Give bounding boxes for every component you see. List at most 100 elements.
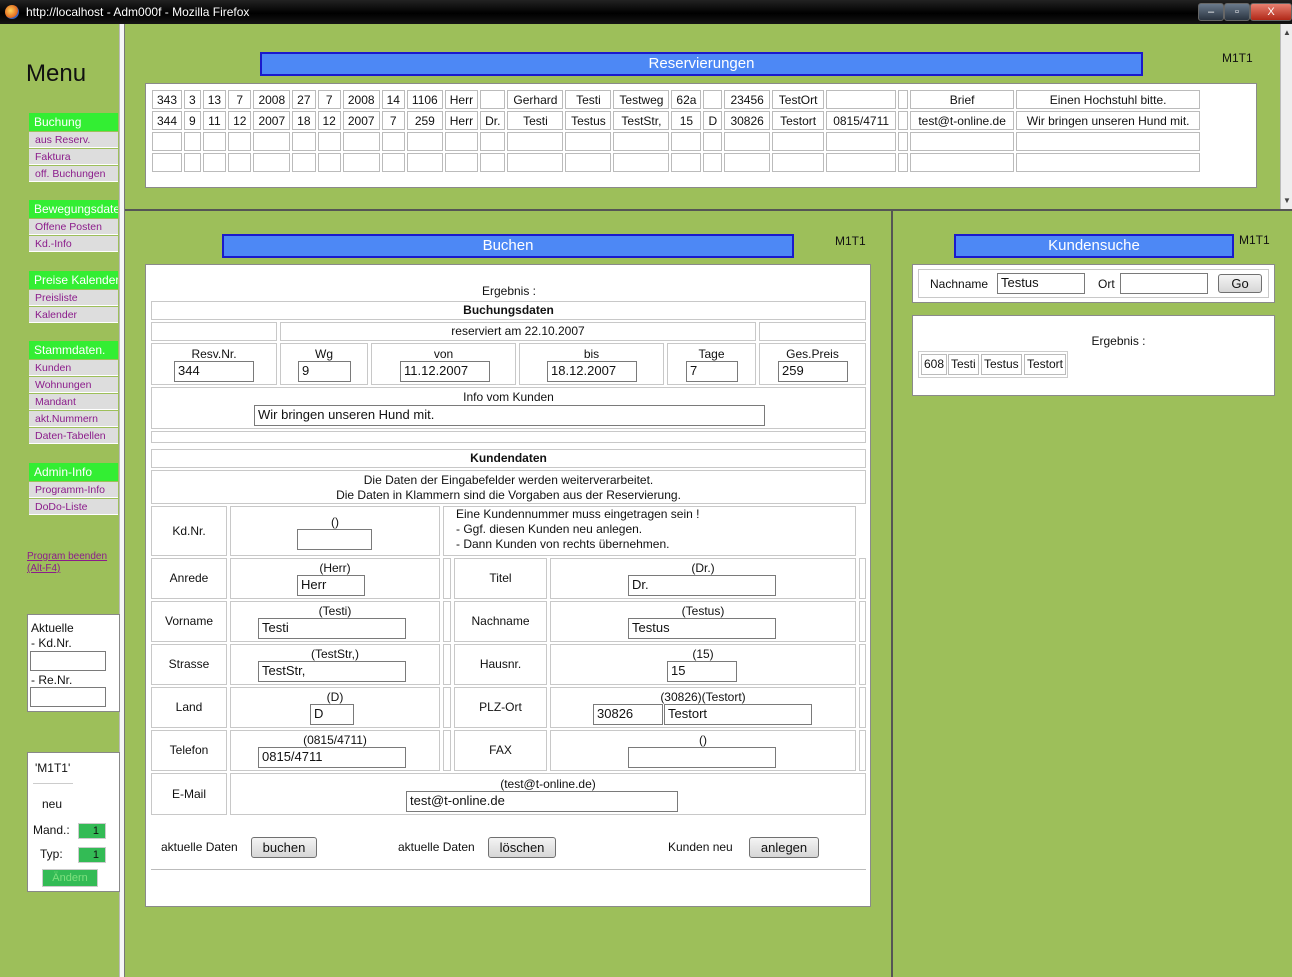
reservation-cell: Gerhard	[507, 90, 564, 109]
nachname-cell: (Testus) Testus	[550, 601, 856, 642]
aktuelle-kdnr-input[interactable]	[30, 651, 106, 671]
titel-hint: (Dr.)	[691, 561, 715, 575]
info-cell: Info vom Kunden Wir bringen unseren Hund…	[151, 387, 866, 429]
reservation-cell: 12	[228, 111, 252, 130]
nachname-input[interactable]: Testus	[628, 618, 776, 639]
menu-item-kalender[interactable]: Kalender	[29, 307, 118, 323]
menu-item-kunden[interactable]: Kunden	[29, 360, 118, 376]
reservation-cell	[507, 132, 564, 151]
titel-label: Titel	[454, 558, 547, 599]
reservation-cell	[826, 132, 897, 151]
reservation-cell: 7	[317, 90, 341, 109]
menu-head-stammdaten[interactable]: Stammdaten.	[29, 341, 118, 359]
menu-item-programm-info[interactable]: Programm-Info	[29, 482, 118, 498]
nachname-search-input[interactable]: Testus	[997, 273, 1085, 294]
titel-input[interactable]: Dr.	[628, 575, 776, 596]
land-input[interactable]: D	[310, 704, 354, 725]
email-cell: (test@t-online.de) test@t-online.de	[230, 773, 866, 815]
fax-hint: ()	[699, 733, 707, 747]
buchen-button[interactable]: buchen	[251, 837, 317, 858]
aktuelle-renr-input[interactable]	[30, 687, 106, 707]
plz-input[interactable]: 30826	[593, 704, 663, 725]
menu-item-wohnungen[interactable]: Wohnungen	[29, 377, 118, 393]
buchen-ergebnis: Ergebnis :	[481, 284, 537, 298]
aendern-button[interactable]: Ändern	[42, 869, 98, 887]
reservation-cell	[406, 153, 443, 172]
anrede-input[interactable]: Herr	[297, 575, 365, 596]
reservation-row[interactable]	[152, 132, 1201, 151]
menu-head-buchung[interactable]: Buchung	[29, 113, 118, 131]
reservation-cell	[703, 90, 723, 109]
reservation-row[interactable]	[152, 153, 1201, 172]
strasse-cell: (TestStr,) TestStr,	[230, 644, 440, 685]
menu-head-bewegungsdaten[interactable]: Bewegungsdaten	[29, 200, 118, 218]
menu-item-aus-reserv[interactable]: aus Reserv.	[29, 132, 118, 148]
maximize-button[interactable]: ▫	[1224, 3, 1250, 21]
menu-head-preise-kalender[interactable]: Preise Kalender	[29, 271, 118, 289]
scroll-up-icon[interactable]: ▲	[1283, 28, 1291, 37]
plz-cell: (30826)(Testort) 30826 Testort	[550, 687, 856, 728]
menu-item-akt-nummern[interactable]: akt.Nummern	[29, 411, 118, 427]
menu-item-daten-tabellen[interactable]: Daten-Tabellen	[29, 428, 118, 444]
minimize-button[interactable]: –	[1198, 3, 1224, 21]
info-input[interactable]: Wir bringen unseren Hund mit.	[254, 405, 765, 426]
menu-item-mandant[interactable]: Mandant	[29, 394, 118, 410]
telefon-input[interactable]: 0815/4711	[258, 747, 406, 768]
vorname-input[interactable]: Testi	[258, 618, 406, 639]
kdnr-input[interactable]	[297, 529, 372, 550]
anrede-hint: (Herr)	[319, 561, 351, 575]
close-button[interactable]: X	[1250, 3, 1292, 21]
reservation-cell: 30826	[724, 111, 771, 130]
menu-item-faktura[interactable]: Faktura	[29, 149, 118, 165]
frame-divider-vertical	[891, 211, 893, 977]
email-input[interactable]: test@t-online.de	[406, 791, 678, 812]
kundensuche-code: M1T1	[1239, 233, 1270, 247]
quit-link[interactable]: Program beenden (Alt-F4)	[27, 551, 115, 575]
hausnr-input[interactable]: 15	[667, 661, 737, 682]
nachname-label: Nachname	[454, 601, 547, 642]
result-nachname: Testus	[981, 354, 1022, 375]
reservation-cell	[444, 132, 479, 151]
go-button[interactable]: Go	[1218, 274, 1262, 293]
reservation-cell: Testi	[507, 111, 564, 130]
tage-label: Tage	[698, 347, 725, 361]
kdnr-msg-3: - Dann Kunden von rechts übernehmen.	[456, 537, 670, 551]
menu-item-preisliste[interactable]: Preisliste	[29, 290, 118, 306]
resv-input[interactable]: 344	[174, 361, 254, 382]
mand-value: 1	[78, 823, 106, 839]
loeschen-button[interactable]: löschen	[488, 837, 556, 858]
menu-head-admin-info[interactable]: Admin-Info	[29, 463, 118, 481]
reservation-cell: 259	[406, 111, 443, 130]
fax-input[interactable]	[628, 747, 776, 768]
menu-item-dodo-liste[interactable]: DoDo-Liste	[29, 499, 118, 515]
menu-item-offene-posten[interactable]: Offene Posten	[29, 219, 118, 235]
reservation-row[interactable]: 344 9 11 12 2007 18 12 2007 7 259 Herr Dr. Testi Test…	[152, 111, 1201, 130]
menu-item-off-buchungen[interactable]: off. Buchungen	[29, 166, 118, 182]
window-titlebar: http://localhost - Adm000f - Mozilla Fir…	[0, 0, 1292, 24]
reservation-cell: 2008	[342, 90, 380, 109]
reservation-cell	[613, 132, 670, 151]
kundensuche-title: Kundensuche	[954, 234, 1234, 258]
ort-input[interactable]: Testort	[664, 704, 812, 725]
reservation-cell	[565, 132, 612, 151]
reservation-cell: Herr	[444, 111, 479, 130]
buchungsdaten-header: Buchungsdaten	[151, 301, 866, 320]
tage-input[interactable]: 7	[686, 361, 738, 382]
anlegen-button[interactable]: anlegen	[749, 837, 819, 858]
menu-item-kd-info[interactable]: Kd.-Info	[29, 236, 118, 252]
note-line-2: Die Daten in Klammern sind die Vorgaben …	[336, 488, 681, 502]
result-row[interactable]: 608 Testi Testus Testort	[918, 351, 1068, 378]
bis-input[interactable]: 18.12.2007	[547, 361, 637, 382]
scroll-down-icon[interactable]: ▼	[1283, 196, 1291, 205]
preis-input[interactable]: 259	[778, 361, 848, 382]
kdnr-msg-1: Eine Kundennummer muss eingetragen sein …	[456, 507, 700, 521]
kdnr-label: Kd.Nr.	[151, 506, 227, 556]
reservation-cell	[613, 153, 670, 172]
wg-input[interactable]: 9	[298, 361, 351, 382]
ort-search-input[interactable]	[1120, 273, 1208, 294]
strasse-input[interactable]: TestStr,	[258, 661, 406, 682]
von-input[interactable]: 11.12.2007	[400, 361, 490, 382]
spacer-cell	[443, 558, 451, 599]
vertical-scrollbar[interactable]: ▲ ▼	[1280, 24, 1292, 210]
reservation-row[interactable]: 343 3 13 7 2008 27 7 2008 14 1106 Herr Gerhard Testi…	[152, 90, 1201, 109]
